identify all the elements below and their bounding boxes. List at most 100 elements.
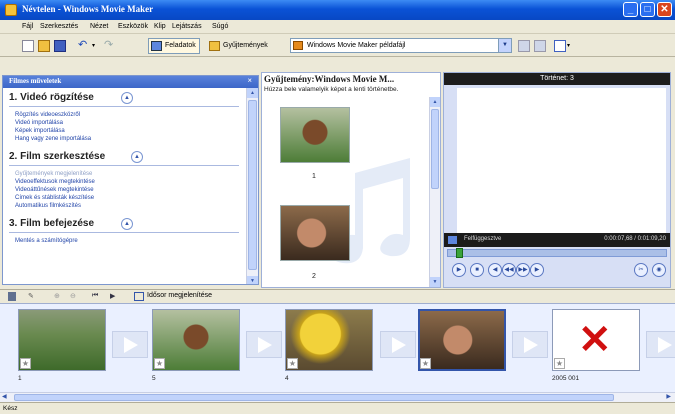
storyboard-icon[interactable] — [8, 292, 16, 301]
scroll-up-icon[interactable]: ▲ — [430, 97, 440, 107]
scroll-down-icon[interactable]: ▼ — [430, 277, 440, 287]
transition-slot[interactable] — [380, 331, 416, 358]
storyboard-clip[interactable]: ★ — [18, 309, 110, 384]
task-automovie[interactable]: Automatikus filmkészítés — [15, 203, 81, 209]
playback-time: 0:00:07,68 / 0:01:09,20 — [604, 236, 666, 242]
menu-edit[interactable]: Szerkesztés — [40, 23, 78, 30]
effect-star-icon[interactable]: ★ — [554, 358, 565, 369]
clip-thumbnail — [18, 309, 106, 371]
menu-view[interactable]: Nézet — [90, 23, 108, 30]
storyboard-clip[interactable]: ✕ ★ — [552, 309, 644, 384]
next-frame-button[interactable]: ▶ — [530, 263, 544, 277]
views-icon[interactable] — [554, 40, 566, 52]
collections-button[interactable]: Gyűjtemények — [206, 38, 272, 54]
play-storyboard-icon[interactable]: ▶ — [110, 292, 115, 300]
show-timeline-button[interactable]: Idősor megjelenítése — [147, 292, 212, 299]
seek-bar[interactable] — [447, 248, 667, 258]
rewind-button[interactable]: ◀◀ — [502, 263, 516, 277]
storyboard-toolbar: ✎ ⊕ ⊖ ⏮ ▶ Idősor megjelenítése — [0, 289, 675, 303]
save-project-icon[interactable] — [54, 40, 66, 52]
taskpane-scrollbar[interactable]: ▲ ▼ — [246, 88, 258, 284]
section-finish-movie[interactable]: 3. Film befejezése — [9, 218, 94, 229]
scroll-up-icon[interactable]: ▲ — [247, 88, 258, 98]
scroll-right-icon[interactable]: ▶ — [666, 393, 671, 400]
scroll-thumb[interactable] — [14, 394, 614, 401]
menu-playback[interactable]: Lejátszás — [172, 23, 202, 30]
missing-file-x-icon: ✕ — [578, 318, 612, 362]
pane-body: 1. Videó rögzítése ▲ Rögzítés videoeszkö… — [3, 88, 246, 284]
seek-thumb[interactable] — [456, 248, 464, 258]
collection-pane: Gyűjtemény:Windows Movie M... Húzza bele… — [261, 72, 441, 288]
section-edit-movie[interactable]: 2. Film szerkesztése — [9, 151, 105, 162]
menu-tools[interactable]: Eszközök — [118, 23, 148, 30]
narration-icon[interactable]: ✎ — [28, 292, 34, 300]
zoom-out-icon: ⊖ — [70, 293, 76, 300]
transition-slot[interactable] — [246, 331, 282, 358]
play-button[interactable]: ▶ — [452, 263, 466, 277]
stop-button[interactable]: ■ — [470, 263, 484, 277]
task-import-pictures[interactable]: Képek importálása — [15, 128, 65, 134]
chevron-up-icon[interactable]: ▲ — [121, 218, 133, 230]
collection-combo[interactable]: Windows Movie Maker példafájl ▼ — [290, 38, 512, 53]
effect-star-icon[interactable]: ★ — [154, 358, 165, 369]
new-folder-icon[interactable] — [534, 40, 546, 52]
task-capture-device[interactable]: Rögzítés videoeszközről — [15, 112, 80, 118]
views-dropdown-icon[interactable]: ▾ — [567, 40, 579, 52]
minimize-button[interactable]: _ — [623, 2, 638, 17]
scroll-thumb[interactable] — [248, 100, 257, 270]
section-capture-video[interactable]: 1. Videó rögzítése — [9, 92, 94, 103]
chevron-up-icon[interactable]: ▲ — [121, 92, 133, 104]
close-icon[interactable]: × — [247, 76, 252, 85]
task-make-titles[interactable]: Címek és stáblisták készítése — [15, 195, 94, 201]
undo-icon[interactable]: ↶ — [78, 40, 90, 52]
transition-slot[interactable] — [112, 331, 148, 358]
storyboard-clip-selected[interactable]: ★ — [418, 309, 510, 384]
clip-label: 2 — [312, 273, 316, 280]
storyboard-clip[interactable]: ★ — [152, 309, 244, 384]
task-view-effects[interactable]: Videoeffektusok megtekintése — [15, 179, 95, 185]
chevron-down-icon[interactable]: ▼ — [498, 39, 511, 52]
rewind-storyboard-icon[interactable]: ⏮ — [92, 292, 98, 300]
transition-slot[interactable] — [512, 331, 548, 358]
divider — [9, 232, 239, 233]
menu-file[interactable]: Fájl — [22, 23, 33, 30]
new-project-icon[interactable] — [22, 40, 34, 52]
scroll-thumb[interactable] — [431, 109, 439, 189]
undo-dropdown-icon[interactable]: ▾ — [92, 40, 104, 52]
status-bar: Kész — [0, 402, 675, 414]
task-import-video[interactable]: Videó importálása — [15, 120, 63, 126]
monitor-icon — [448, 236, 457, 244]
tasks-button[interactable]: Feladatok — [148, 38, 200, 54]
collection-heading: Gyűjtemény:Windows Movie M... — [264, 74, 395, 84]
storyboard-clip[interactable]: ★ — [285, 309, 377, 384]
collection-scrollbar[interactable]: ▲ ▼ — [429, 97, 440, 287]
title-bar: Névtelen - Windows Movie Maker _ □ ✕ — [0, 0, 675, 20]
task-save-to-computer[interactable]: Mentés a számítógépre — [15, 238, 78, 244]
clip-thumbnail[interactable] — [280, 107, 350, 163]
maximize-button[interactable]: □ — [640, 2, 655, 17]
open-project-icon[interactable] — [38, 40, 50, 52]
menu-clip[interactable]: Klip — [154, 23, 166, 30]
snapshot-button[interactable]: ◉ — [652, 263, 666, 277]
storyboard-scrollbar[interactable]: ◀ ▶ — [0, 392, 675, 402]
task-import-audio[interactable]: Hang vagy zene importálása — [15, 136, 91, 142]
close-button[interactable]: ✕ — [657, 2, 672, 17]
chevron-up-icon[interactable]: ▲ — [131, 151, 143, 163]
missing-clip-thumbnail: ✕ — [552, 309, 640, 371]
effect-star-icon[interactable]: ★ — [420, 358, 431, 369]
up-folder-icon[interactable] — [518, 40, 530, 52]
menu-help[interactable]: Súgó — [212, 23, 228, 30]
task-view-transitions[interactable]: Videoáttűnések megtekintése — [15, 187, 94, 193]
split-clip-button[interactable]: ✂ — [634, 263, 648, 277]
scroll-left-icon[interactable]: ◀ — [2, 393, 7, 400]
previous-frame-button[interactable]: ◀ — [488, 263, 502, 277]
transition-slot[interactable] — [646, 331, 675, 358]
effect-star-icon[interactable]: ★ — [287, 358, 298, 369]
clip-thumbnail[interactable] — [280, 205, 350, 261]
status-text: Kész — [3, 405, 18, 412]
scroll-down-icon[interactable]: ▼ — [247, 276, 258, 284]
effect-star-icon[interactable]: ★ — [20, 358, 31, 369]
collections-folder-icon — [209, 41, 220, 51]
fast-forward-button[interactable]: ▶▶ — [516, 263, 530, 277]
timeline-icon[interactable] — [134, 292, 144, 301]
